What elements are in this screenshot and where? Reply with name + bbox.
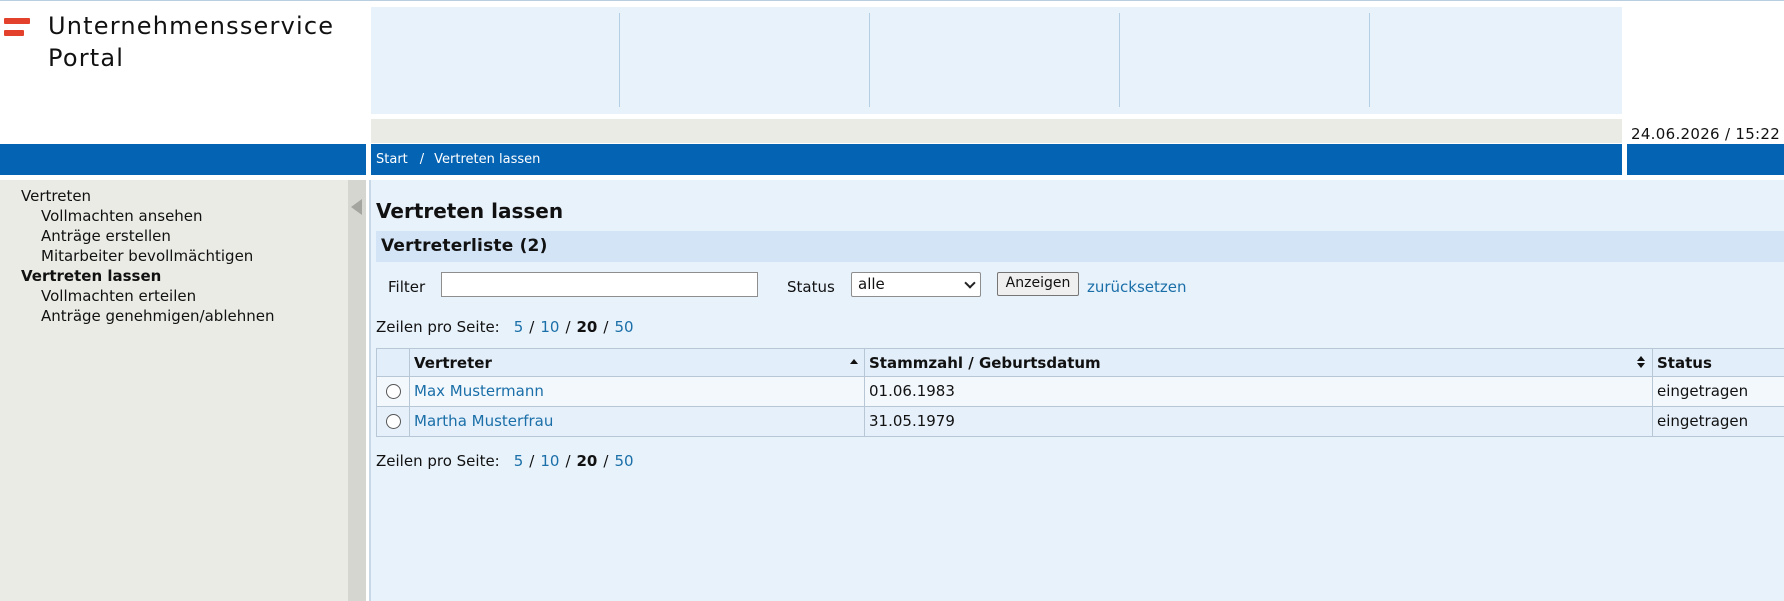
rows-per-page-label: Zeilen pro Seite: <box>376 318 500 336</box>
separator: / <box>529 318 535 336</box>
sidebar-item-vertreten-lassen[interactable]: Vertreten lassen <box>21 266 274 286</box>
nav-bar-left <box>0 144 366 175</box>
header-stammzahl[interactable]: Stammzahl / Geburtsdatum <box>864 349 1652 376</box>
header-vertreter[interactable]: Vertreter <box>409 349 864 376</box>
top-border <box>0 0 1784 5</box>
logo-line-1: Unternehmensservice <box>48 12 335 40</box>
sidebar-item-vollmachten-ansehen[interactable]: Vollmachten ansehen <box>21 206 274 226</box>
status-cell: eingetragen <box>1652 407 1784 436</box>
table-row: Max Mustermann 01.06.1983 eingetragen <box>376 377 1784 407</box>
sidebar-item-vertreten[interactable]: Vertreten <box>21 186 274 206</box>
rows-per-page-50[interactable]: 50 <box>614 452 633 470</box>
austria-flag-icon <box>4 18 30 42</box>
vertreter-cell: Max Mustermann <box>409 377 864 406</box>
header-stammzahl-label: Stammzahl / Geburtsdatum <box>869 354 1101 372</box>
vertreter-link[interactable]: Martha Musterfrau <box>414 412 553 430</box>
banner-divider <box>869 13 870 107</box>
nav-bar-right <box>1627 144 1784 175</box>
separator: / <box>565 452 571 470</box>
separator: / <box>529 452 535 470</box>
header-status: Status <box>1652 349 1784 376</box>
breadcrumb-start[interactable]: Start <box>376 152 408 167</box>
breadcrumb-separator: / <box>419 152 425 167</box>
rows-per-page-20: 20 <box>576 452 598 470</box>
vertreter-cell: Martha Musterfrau <box>409 407 864 436</box>
date-cell: 01.06.1983 <box>864 377 1652 406</box>
sidebar-nav: Vertreten Vollmachten ansehen Anträge er… <box>21 186 274 326</box>
datetime: 24.06.2026 / 15:22 <box>1631 125 1781 143</box>
row-radio[interactable] <box>386 384 401 399</box>
table-row: Martha Musterfrau 31.05.1979 eingetragen <box>376 407 1784 437</box>
show-button[interactable]: Anzeigen <box>997 272 1079 296</box>
separator: / <box>565 318 571 336</box>
logo-text: Unternehmensservice Portal <box>48 10 334 74</box>
logo-line-2: Portal <box>48 44 125 72</box>
header-select-column <box>376 349 409 376</box>
rows-per-page-5[interactable]: 5 <box>514 452 524 470</box>
sidebar-item-antraege-genehmigen[interactable]: Anträge genehmigen/ablehnen <box>21 306 274 326</box>
reset-link[interactable]: zurücksetzen <box>1087 278 1187 296</box>
section-title: Vertreterliste (2) <box>381 236 548 256</box>
row-select-cell <box>376 377 409 406</box>
rows-per-page-10[interactable]: 10 <box>540 452 559 470</box>
triangle-left-icon[interactable] <box>351 199 362 215</box>
banner-divider <box>619 13 620 107</box>
status-cell: eingetragen <box>1652 377 1784 406</box>
table-header-row: Vertreter Stammzahl / Geburtsdatum Statu… <box>376 348 1784 377</box>
portal-logo[interactable]: Unternehmensservice Portal <box>0 10 370 130</box>
info-bar <box>371 119 1622 143</box>
header-banner <box>371 7 1622 114</box>
banner-divider <box>1119 13 1120 107</box>
rows-per-page-50[interactable]: 50 <box>614 318 633 336</box>
row-select-cell <box>376 407 409 436</box>
rows-per-page-20: 20 <box>576 318 598 336</box>
page-title: Vertreten lassen <box>376 199 564 223</box>
sidebar-collapse-handle[interactable] <box>348 180 366 601</box>
nav-bar <box>371 144 1622 175</box>
sort-icon[interactable] <box>1637 356 1645 370</box>
status-select-value: alle <box>858 275 885 293</box>
breadcrumb-current: Vertreten lassen <box>434 152 541 167</box>
rows-per-page-10[interactable]: 10 <box>540 318 559 336</box>
filter-label: Filter <box>388 278 426 296</box>
breadcrumb: Start / Vertreten lassen <box>376 152 540 167</box>
filter-input[interactable] <box>441 272 758 297</box>
rows-per-page-5[interactable]: 5 <box>514 318 524 336</box>
header-vertreter-label: Vertreter <box>414 354 492 372</box>
status-select[interactable]: alle <box>851 272 981 297</box>
row-radio[interactable] <box>386 414 401 429</box>
rows-per-page-bottom: Zeilen pro Seite: 5 / 10 / 20 / 50 <box>376 452 634 470</box>
separator: / <box>603 452 609 470</box>
chevron-down-icon <box>964 277 976 289</box>
sidebar-item-vollmachten-erteilen[interactable]: Vollmachten erteilen <box>21 286 274 306</box>
rows-per-page-top: Zeilen pro Seite: 5 / 10 / 20 / 50 <box>376 318 634 336</box>
sort-ascending-icon[interactable] <box>850 359 858 364</box>
sidebar-item-mitarbeiter-bevollmaechtigen[interactable]: Mitarbeiter bevollmächtigen <box>21 246 274 266</box>
separator: / <box>603 318 609 336</box>
vertreter-link[interactable]: Max Mustermann <box>414 382 544 400</box>
date-cell: 31.05.1979 <box>864 407 1652 436</box>
sidebar-item-antraege-erstellen[interactable]: Anträge erstellen <box>21 226 274 246</box>
rows-per-page-label: Zeilen pro Seite: <box>376 452 500 470</box>
status-label: Status <box>787 278 835 296</box>
banner-divider <box>1369 13 1370 107</box>
section-header <box>376 231 1784 262</box>
